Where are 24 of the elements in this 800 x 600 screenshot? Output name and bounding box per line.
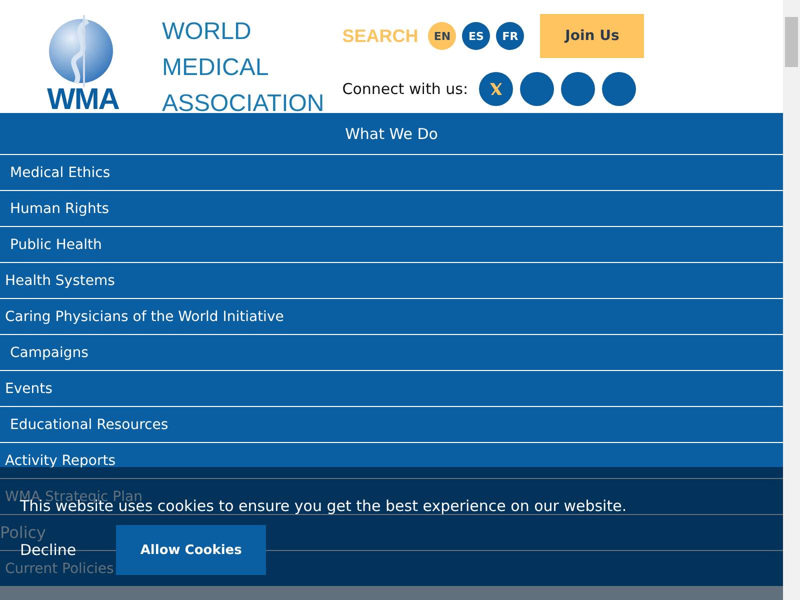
organization-name: WORLD (162, 17, 252, 47)
social-link-icon[interactable] (520, 72, 554, 106)
menu-item[interactable]: Medical Ethics (0, 155, 783, 191)
menu-item[interactable]: Events (0, 371, 783, 407)
allow-cookies-button[interactable]: Allow Cookies (116, 525, 266, 575)
social-link-icon[interactable] (561, 72, 596, 106)
connect-label: Connect with us: (342, 80, 468, 98)
menu-item[interactable]: Public Health (0, 227, 783, 263)
menu-item[interactable]: Activity Reports (0, 443, 783, 479)
menu-item[interactable]: Educational Resources (0, 407, 783, 443)
x-logo-icon[interactable] (479, 72, 514, 106)
menu-item[interactable]: Caring Physicians of the World Initiative (0, 299, 783, 335)
menu-item[interactable]: Health Systems (0, 263, 783, 299)
menu-title[interactable]: What We Do (0, 113, 783, 155)
join-button[interactable]: Join Us (540, 14, 644, 58)
organization-name: MEDICAL (162, 53, 270, 83)
language-button[interactable]: EN (428, 22, 456, 50)
scrollbar[interactable] (783, 0, 800, 600)
menu-item[interactable]: Human Rights (0, 191, 783, 227)
menu-item[interactable]: Campaigns (0, 335, 783, 371)
language-button[interactable]: FR (496, 22, 524, 50)
logo-text: WMA (47, 87, 119, 113)
social-link-icon[interactable] (602, 72, 636, 106)
language-button[interactable]: ES (462, 22, 490, 50)
